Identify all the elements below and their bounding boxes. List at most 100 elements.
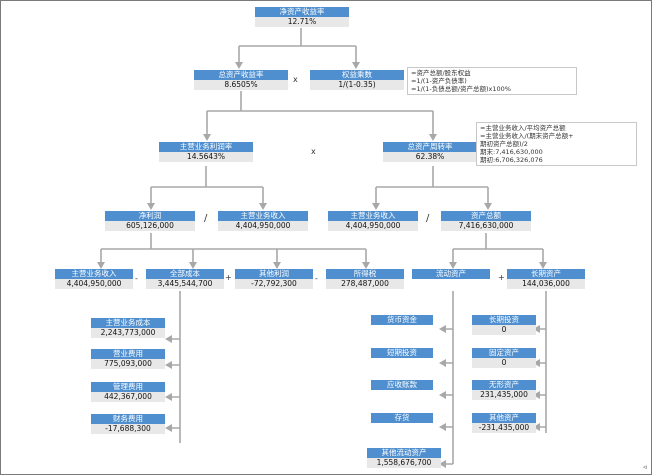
node-short-investments: 短期投资 (371, 348, 433, 358)
minus-operator: - (135, 274, 138, 283)
node-label: 净利润 (105, 211, 195, 221)
node-other-current-assets: 其他流动资产 1,558,676,700 (367, 448, 441, 468)
note-line: =主营业务收入/(期末资产总额+ (480, 132, 574, 140)
node-label: 所得税 (326, 269, 404, 279)
node-value: 0 (472, 358, 536, 368)
node-label: 长期投资 (472, 315, 536, 325)
node-value: -17,688,300 (91, 424, 165, 434)
node-label: 总资产收益率 (194, 70, 288, 80)
equity-multiplier-note: =资产总额/股东权益 =1/(1-资产负债率) =1/(1-负债总额/资产总额)… (407, 67, 577, 95)
note-line: =资产总额/股东权益 (411, 69, 471, 77)
node-label: 管理费用 (91, 382, 165, 392)
note-line: =主营业务收入/平均资产总额 (480, 124, 566, 132)
node-label: 总资产周转率 (383, 142, 477, 152)
node-net-profit: 净利润 605,126,000 (105, 211, 195, 231)
node-total-assets: 资产总额 7,416,630,000 (441, 211, 531, 231)
node-cost-of-sales: 主营业务成本 2,243,773,000 (91, 318, 165, 338)
node-value: -231,435,000 (472, 423, 536, 433)
node-value: 231,435,000 (472, 390, 536, 400)
node-label: 无形资产 (472, 380, 536, 390)
minus-operator: - (315, 274, 318, 283)
node-other-profit: 其他利润 -72,792,300 (235, 269, 313, 289)
note-line: 期初:6,706,326,076 (480, 156, 543, 164)
node-value: 7,416,630,000 (441, 221, 531, 231)
node-label: 其他资产 (472, 413, 536, 423)
node-value: 4,404,950,000 (218, 221, 308, 231)
node-label: 权益乘数 (310, 70, 404, 80)
node-value: 14.5643% (159, 152, 253, 162)
note-line: 期初资产总额)/2 (480, 140, 528, 148)
node-value: 278,487,000 (326, 279, 404, 289)
connector-margin (150, 166, 264, 206)
node-admin-expense: 管理费用 442,367,000 (91, 382, 165, 402)
node-receivables: 应收账款 (371, 380, 433, 390)
node-other-assets: 其他资产 -231,435,000 (472, 413, 536, 433)
node-roe: 净资产收益率 12.71% (255, 7, 349, 27)
plus-operator: + (498, 273, 505, 282)
note-line: =1/(1-负债总额/资产总额)x100% (411, 85, 511, 93)
corner-marker-icon: ◃ (643, 463, 647, 471)
node-value: 62.38% (383, 152, 477, 162)
node-selling-expense: 营业费用 775,093,000 (91, 349, 165, 369)
multiply-operator: x (311, 147, 316, 156)
node-label: 长期资产 (507, 269, 585, 279)
node-revenue: 主营业务收入 4,404,950,000 (328, 211, 418, 231)
node-value: 4,404,950,000 (328, 221, 418, 231)
connector-turnover (375, 166, 489, 206)
divide-operator: / (204, 213, 208, 224)
node-label: 全部成本 (146, 269, 224, 279)
node-finance-expense: 财务费用 -17,688,300 (91, 414, 165, 434)
connector-current (443, 291, 454, 465)
node-value: 3,445,544,700 (146, 279, 224, 289)
node-label: 主营业务收入 (218, 211, 308, 221)
node-label: 财务费用 (91, 414, 165, 424)
node-roa: 总资产收益率 8.6505% (194, 70, 288, 90)
node-label: 主营业务收入 (328, 211, 418, 221)
node-profit-margin: 主营业务利润率 14.5643% (159, 142, 253, 162)
plus-operator: + (225, 273, 232, 282)
multiply-operator: x (293, 75, 298, 84)
asset-turnover-note: =主营业务收入/平均资产总额 =主营业务收入/(期末资产总额+ 期初资产总额)/… (476, 122, 637, 166)
connector-roa (206, 91, 434, 137)
node-label: 主营业务收入 (55, 269, 133, 279)
node-value: 8.6505% (194, 80, 288, 90)
divide-operator: / (426, 213, 430, 224)
node-current-assets: 流动资产 (412, 269, 490, 279)
node-label: 货币资金 (371, 315, 433, 325)
node-value: 144,036,000 (507, 279, 585, 289)
node-long-investments: 长期投资 0 (472, 315, 536, 335)
node-equity-multiplier: 权益乘数 1/(1-0.35) (310, 70, 404, 90)
node-label: 营业费用 (91, 349, 165, 359)
node-label: 存货 (371, 413, 433, 423)
node-value: 442,367,000 (91, 392, 165, 402)
node-label: 应收账款 (371, 380, 433, 390)
note-line: 期末:7,416,630,000 (480, 148, 543, 156)
node-value: -72,792,300 (235, 279, 313, 289)
node-cash: 货币资金 (371, 315, 433, 325)
node-income-tax: 所得税 278,487,000 (326, 269, 404, 289)
node-value: 4,404,950,000 (55, 279, 133, 289)
node-label: 短期投资 (371, 348, 433, 358)
node-value: 605,126,000 (105, 221, 195, 231)
node-inventory: 存货 (371, 413, 433, 423)
node-label: 流动资产 (412, 269, 490, 279)
node-total-cost: 全部成本 3,445,544,700 (146, 269, 224, 289)
node-label: 固定资产 (472, 348, 536, 358)
node-label: 主营业务利润率 (159, 142, 253, 152)
node-value: 775,093,000 (91, 359, 165, 369)
node-intangible-assets: 无形资产 231,435,000 (472, 380, 536, 400)
node-value: 2,243,773,000 (91, 328, 165, 338)
connector-roe (238, 28, 357, 65)
node-value: 1,558,676,700 (367, 458, 441, 468)
node-value: 1/(1-0.35) (310, 80, 404, 90)
diagram-canvas: 净资产收益率 12.71% 总资产收益率 8.6505% x 权益乘数 1/(1… (0, 0, 652, 475)
node-label: 净资产收益率 (255, 7, 349, 17)
connector-net-profit (100, 233, 367, 265)
node-value: 0 (472, 325, 536, 335)
connector-assets (452, 233, 544, 265)
node-label: 主营业务成本 (91, 318, 165, 328)
note-line: =1/(1-资产负债率) (411, 77, 467, 85)
node-value: 12.71% (255, 17, 349, 27)
node-long-term-assets: 长期资产 144,036,000 (507, 269, 585, 289)
node-fixed-assets: 固定资产 0 (472, 348, 536, 368)
